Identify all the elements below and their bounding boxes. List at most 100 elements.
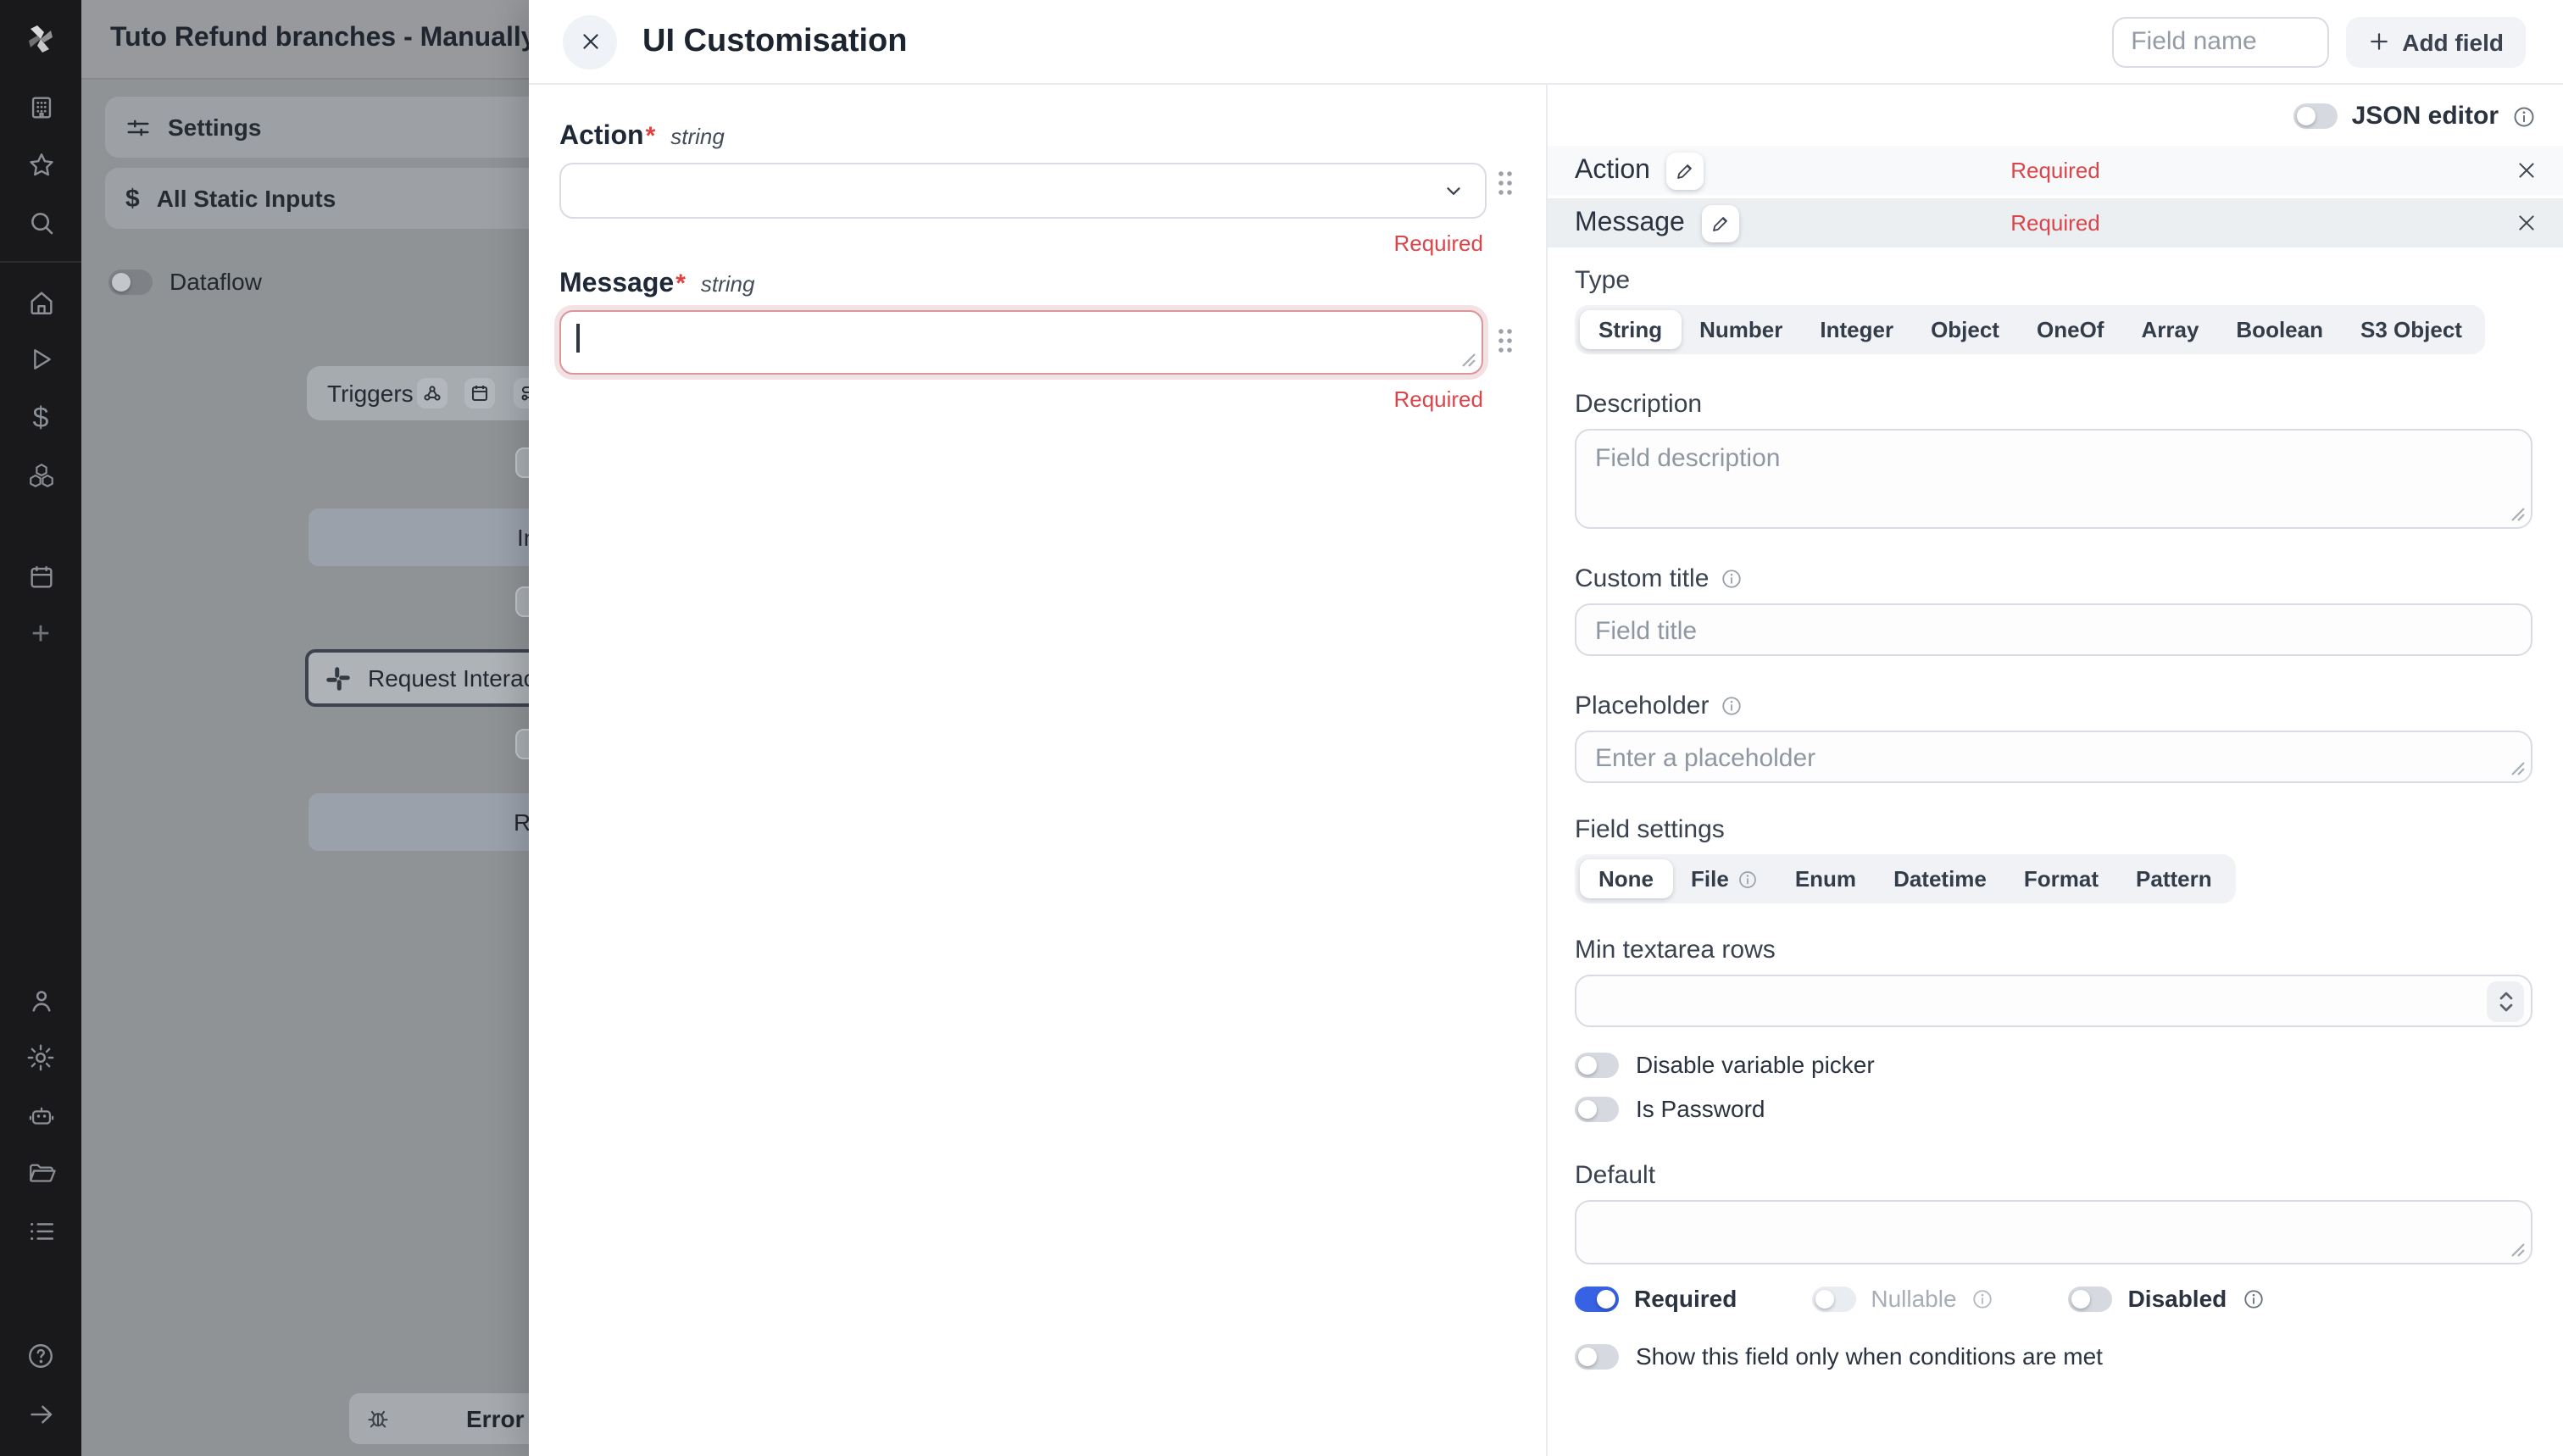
setting-option-file[interactable]: File (1672, 859, 1776, 898)
sidebar-item-calendar[interactable] (0, 547, 81, 605)
resize-handle-icon[interactable] (1461, 353, 1476, 368)
sidebar-item-settings[interactable] (0, 1029, 81, 1086)
sidebar-item-profile[interactable] (0, 971, 81, 1029)
node-request-interactivity[interactable]: Request Interactiv (305, 649, 529, 707)
toggle-label: Disable variable picker (1636, 1051, 1875, 1078)
drag-handle-icon[interactable] (1497, 327, 1514, 354)
disabled-toggle[interactable] (2069, 1286, 2113, 1311)
resize-handle-icon[interactable] (2510, 1242, 2526, 1258)
close-icon (2516, 212, 2538, 234)
type-option-integer[interactable]: Integer (1801, 310, 1912, 349)
type-option-boolean[interactable]: Boolean (2217, 310, 2342, 349)
sidebar-item-home[interactable] (0, 273, 81, 331)
field-name-input[interactable] (2112, 16, 2329, 67)
type-option-array[interactable]: Array (2122, 310, 2217, 349)
help-icon (25, 1341, 56, 1371)
info-icon[interactable] (1721, 567, 1743, 589)
disable-variable-picker-toggle[interactable] (1575, 1052, 1619, 1077)
node-response[interactable]: Re (309, 793, 529, 851)
sidebar-item-organization[interactable] (0, 78, 81, 136)
error-handler-pill[interactable]: Error (349, 1393, 529, 1444)
required-asterisk: * (675, 270, 686, 298)
is-password-row: Is Password (1575, 1095, 2531, 1122)
trigger-webhook-chip[interactable] (417, 378, 448, 408)
menu-item-label: Settings (168, 114, 261, 141)
sidebar-item-billing[interactable]: $ (0, 388, 81, 446)
resize-handle-icon[interactable] (2510, 507, 2526, 522)
remove-field-button[interactable] (2516, 159, 2538, 181)
add-step-button[interactable] (515, 447, 529, 478)
setting-option-format[interactable]: Format (2005, 859, 2117, 898)
app-logo[interactable] (0, 0, 81, 78)
add-field-button[interactable]: Add field (2346, 16, 2526, 67)
sidebar-item-integrations[interactable] (0, 446, 81, 503)
menu-item-static-inputs[interactable]: $ All Static Inputs (105, 168, 529, 229)
condition-toggle[interactable] (1575, 1343, 1619, 1369)
connector-icon (519, 383, 529, 403)
action-select[interactable] (559, 163, 1487, 219)
setting-option-pattern[interactable]: Pattern (2117, 859, 2231, 898)
sidebar-item-help[interactable] (0, 1327, 81, 1385)
field-row-message[interactable]: Message Required (1548, 198, 2563, 247)
trigger-connector-chip[interactable] (514, 378, 529, 408)
workflow-canvas: Tuto Refund branches - Manually Settings… (81, 0, 529, 1456)
add-step-button[interactable] (515, 729, 529, 759)
setting-option-datetime[interactable]: Datetime (1875, 859, 2005, 898)
description-textarea[interactable]: Field description (1575, 429, 2532, 529)
message-textarea[interactable] (559, 310, 1483, 375)
sidebar-item-add[interactable]: + (0, 605, 81, 663)
modal-title: UI Customisation (642, 23, 907, 60)
sidebar-item-files[interactable] (0, 1144, 81, 1202)
bug-icon (366, 1407, 390, 1431)
dollar-icon: $ (125, 184, 140, 213)
info-icon[interactable] (1972, 1287, 1994, 1309)
trigger-schedule-chip[interactable] (464, 378, 495, 408)
nullable-toggle[interactable] (1811, 1286, 1855, 1311)
type-option-object[interactable]: Object (1912, 310, 2018, 349)
required-toggle-label: Required (1634, 1285, 1737, 1312)
sidebar-item-logs[interactable] (0, 1202, 81, 1259)
field-row-action[interactable]: Action Required (1548, 146, 2563, 195)
dataflow-toggle[interactable] (108, 269, 153, 294)
min-rows-input[interactable] (1575, 975, 2532, 1027)
description-label: Description (1575, 388, 2531, 419)
edit-field-button[interactable] (1702, 204, 1739, 242)
sidebar-collapse[interactable] (0, 1385, 81, 1442)
type-option-s3object[interactable]: S3 Object (2342, 310, 2481, 349)
number-stepper[interactable] (2487, 981, 2524, 1022)
field-settings-label: Field settings (1575, 814, 2531, 844)
sidebar-item-favorites[interactable] (0, 136, 81, 193)
add-step-button[interactable] (515, 586, 529, 617)
remove-field-button[interactable] (2516, 212, 2538, 234)
info-icon[interactable] (1721, 694, 1743, 716)
logo-icon (19, 17, 63, 61)
person-icon (26, 986, 55, 1014)
json-editor-toggle[interactable] (2294, 103, 2338, 129)
close-modal-button[interactable] (563, 14, 617, 69)
drag-handle-icon[interactable] (1497, 169, 1514, 197)
node-input[interactable]: In (309, 508, 529, 566)
sidebar-item-search[interactable] (0, 193, 81, 251)
setting-option-none[interactable]: None (1580, 859, 1672, 898)
sidebar-item-assistant[interactable] (0, 1086, 81, 1144)
placeholder-text: Field title (1595, 617, 1697, 646)
setting-option-enum[interactable]: Enum (1776, 859, 1875, 898)
chevron-down-icon (2498, 1002, 2513, 1014)
edit-field-button[interactable] (1667, 152, 1704, 189)
type-option-oneof[interactable]: OneOf (2018, 310, 2122, 349)
placeholder-input[interactable]: Enter a placeholder (1575, 731, 2532, 783)
info-icon[interactable] (2512, 104, 2536, 128)
custom-title-input[interactable]: Field title (1575, 603, 2532, 656)
is-password-toggle[interactable] (1575, 1096, 1619, 1121)
default-textarea[interactable] (1575, 1200, 2532, 1264)
node-label: In (517, 524, 529, 551)
type-option-number[interactable]: Number (1681, 310, 1801, 349)
menu-item-settings[interactable]: Settings (105, 97, 529, 158)
sidebar-item-runs[interactable] (0, 331, 81, 388)
type-option-string[interactable]: String (1580, 310, 1681, 349)
placeholder-text: Enter a placeholder (1595, 744, 1815, 773)
blocks-icon (26, 460, 55, 489)
required-toggle[interactable] (1575, 1286, 1619, 1311)
resize-handle-icon[interactable] (2510, 761, 2526, 776)
info-icon[interactable] (2242, 1287, 2264, 1309)
